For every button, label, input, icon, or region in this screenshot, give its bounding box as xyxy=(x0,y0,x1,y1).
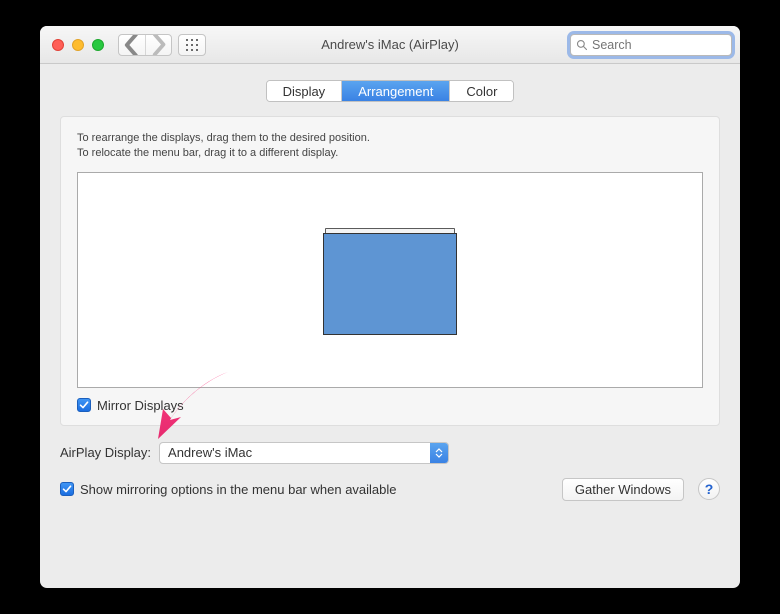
airplay-select-value: Andrew's iMac xyxy=(160,445,430,460)
zoom-button[interactable] xyxy=(92,39,104,51)
grid-icon xyxy=(186,39,198,51)
display-rectangle[interactable] xyxy=(323,233,457,335)
arrangement-panel: To rearrange the displays, drag them to … xyxy=(60,116,720,426)
toolbar-nav xyxy=(118,34,206,56)
show-all-segment xyxy=(178,34,206,56)
tab-arrangement[interactable]: Arrangement xyxy=(341,81,449,101)
search-icon xyxy=(576,39,588,51)
hint-line-1: To rearrange the displays, drag them to … xyxy=(77,131,703,146)
airplay-label: AirPlay Display: xyxy=(60,445,151,460)
mirror-displays-checkbox[interactable] xyxy=(77,398,91,412)
tabs-wrap: Display Arrangement Color xyxy=(60,80,720,102)
titlebar: Andrew's iMac (AirPlay) xyxy=(40,26,740,64)
minimize-button[interactable] xyxy=(72,39,84,51)
back-forward-segment xyxy=(118,34,172,56)
close-button[interactable] xyxy=(52,39,64,51)
show-all-button[interactable] xyxy=(179,35,205,55)
forward-button[interactable] xyxy=(145,35,171,55)
show-mirroring-label: Show mirroring options in the menu bar w… xyxy=(80,482,397,497)
window-controls xyxy=(52,39,104,51)
help-button[interactable]: ? xyxy=(698,478,720,500)
mirror-displays-row: Mirror Displays xyxy=(77,398,703,413)
check-icon xyxy=(79,400,89,410)
tab-display[interactable]: Display xyxy=(267,81,342,101)
mirror-displays-label: Mirror Displays xyxy=(97,398,184,413)
tab-segment: Display Arrangement Color xyxy=(266,80,515,102)
search-input[interactable] xyxy=(592,38,726,52)
bottom-row: Show mirroring options in the menu bar w… xyxy=(60,478,720,501)
tab-color[interactable]: Color xyxy=(449,81,513,101)
content-area: Display Arrangement Color To rearrange t… xyxy=(40,64,740,588)
show-mirroring-checkbox[interactable] xyxy=(60,482,74,496)
back-button[interactable] xyxy=(119,35,145,55)
search-field-wrap[interactable] xyxy=(570,34,732,56)
preferences-window: Andrew's iMac (AirPlay) Display Arrangem… xyxy=(40,26,740,588)
check-icon xyxy=(62,484,72,494)
airplay-select[interactable]: Andrew's iMac xyxy=(159,442,449,464)
hint-line-2: To relocate the menu bar, drag it to a d… xyxy=(77,146,703,161)
gather-windows-button[interactable]: Gather Windows xyxy=(562,478,684,501)
select-arrows-icon xyxy=(430,443,448,463)
airplay-row: AirPlay Display: Andrew's iMac xyxy=(60,442,720,464)
display-arrangement-area[interactable] xyxy=(77,172,703,388)
